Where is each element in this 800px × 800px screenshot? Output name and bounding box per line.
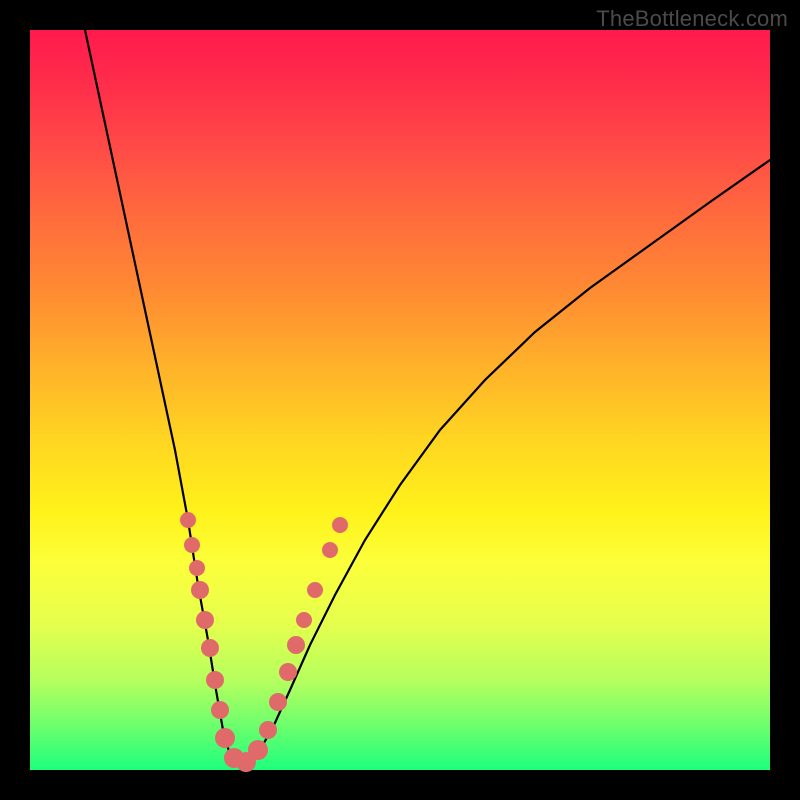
highlight-bead	[191, 581, 209, 599]
highlight-bead	[211, 701, 229, 719]
highlight-bead	[248, 740, 268, 760]
highlight-bead	[307, 582, 323, 598]
highlight-bead	[287, 636, 305, 654]
highlight-bead	[206, 671, 224, 689]
outer-frame: TheBottleneck.com	[0, 0, 800, 800]
highlight-bead	[196, 611, 214, 629]
highlight-bead	[184, 537, 200, 553]
highlight-bead	[279, 663, 297, 681]
highlight-beads-group	[180, 512, 348, 772]
bottleneck-curve	[85, 30, 770, 765]
highlight-bead	[180, 512, 196, 528]
highlight-bead	[259, 721, 277, 739]
highlight-bead	[269, 693, 287, 711]
highlight-bead	[189, 560, 205, 576]
curve-svg	[30, 30, 770, 770]
watermark-text: TheBottleneck.com	[596, 6, 788, 32]
highlight-bead	[215, 728, 235, 748]
highlight-bead	[332, 517, 348, 533]
highlight-bead	[322, 542, 338, 558]
highlight-bead	[201, 639, 219, 657]
plot-area	[30, 30, 770, 770]
highlight-bead	[296, 612, 312, 628]
